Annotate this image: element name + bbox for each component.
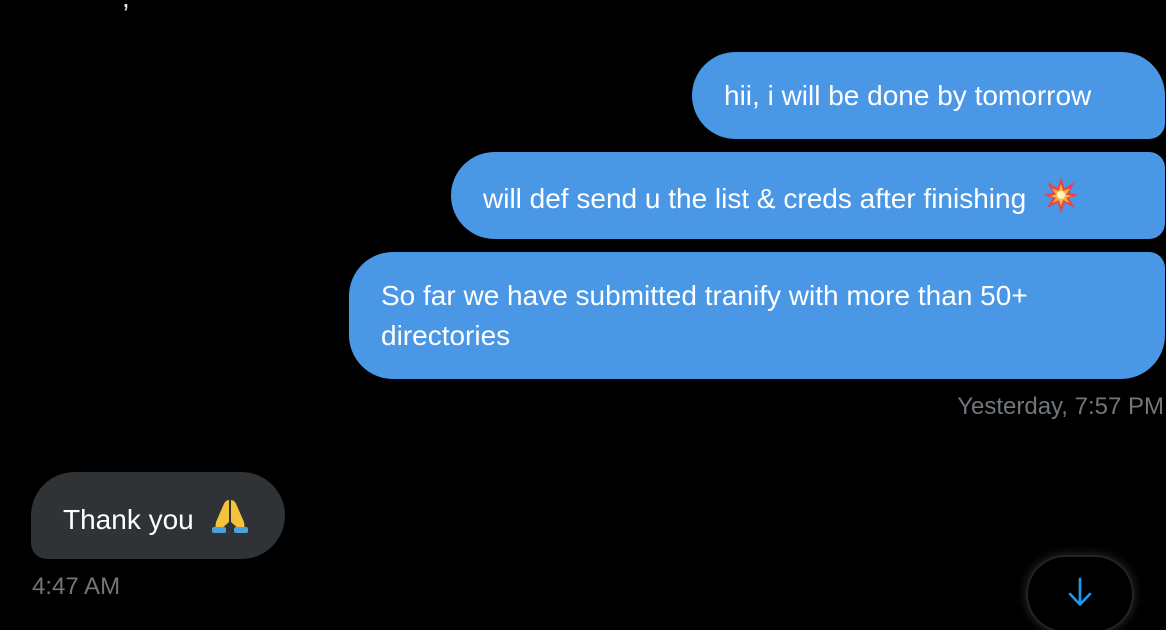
message-text: hii, i will be done by tomorrow [724, 80, 1092, 111]
message-text: So far we have submitted tranify with mo… [381, 280, 1028, 351]
message-timestamp: 4:47 AM [32, 573, 121, 600]
outgoing-message[interactable]: hii, i will be done by tomorrow [692, 52, 1165, 139]
message-timestamp: Yesterday, 7:57 PM [957, 393, 1164, 420]
arrow-down-icon [1066, 576, 1094, 613]
scroll-to-bottom-button[interactable] [1028, 557, 1132, 630]
message-text: Thank you [63, 503, 194, 535]
folded-hands-emoji-icon [210, 496, 250, 547]
collision-emoji-icon [1042, 176, 1080, 225]
clipped-text-fragment: , [122, 0, 130, 12]
message-text: will def send u the list & creds after f… [483, 182, 1027, 214]
outgoing-message[interactable]: So far we have submitted tranify with mo… [349, 252, 1165, 379]
incoming-message[interactable]: Thank you [31, 472, 285, 559]
outgoing-message[interactable]: will def send u the list & creds after f… [451, 152, 1165, 239]
